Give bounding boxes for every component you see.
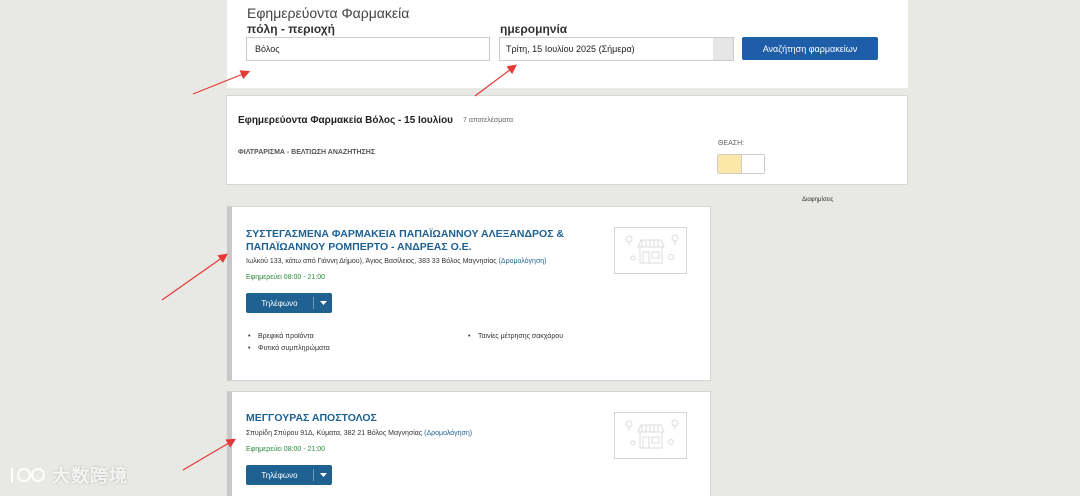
annotation-arrows	[161, 64, 517, 471]
annotation-arrow	[161, 253, 228, 301]
annotation-arrow	[474, 64, 517, 97]
watermark-text: 大数跨境	[52, 466, 128, 486]
annotation-arrow	[182, 438, 237, 471]
watermark-logo-icon	[11, 468, 45, 482]
annotation-arrow	[192, 70, 251, 95]
watermark: 大数跨境	[8, 462, 128, 488]
